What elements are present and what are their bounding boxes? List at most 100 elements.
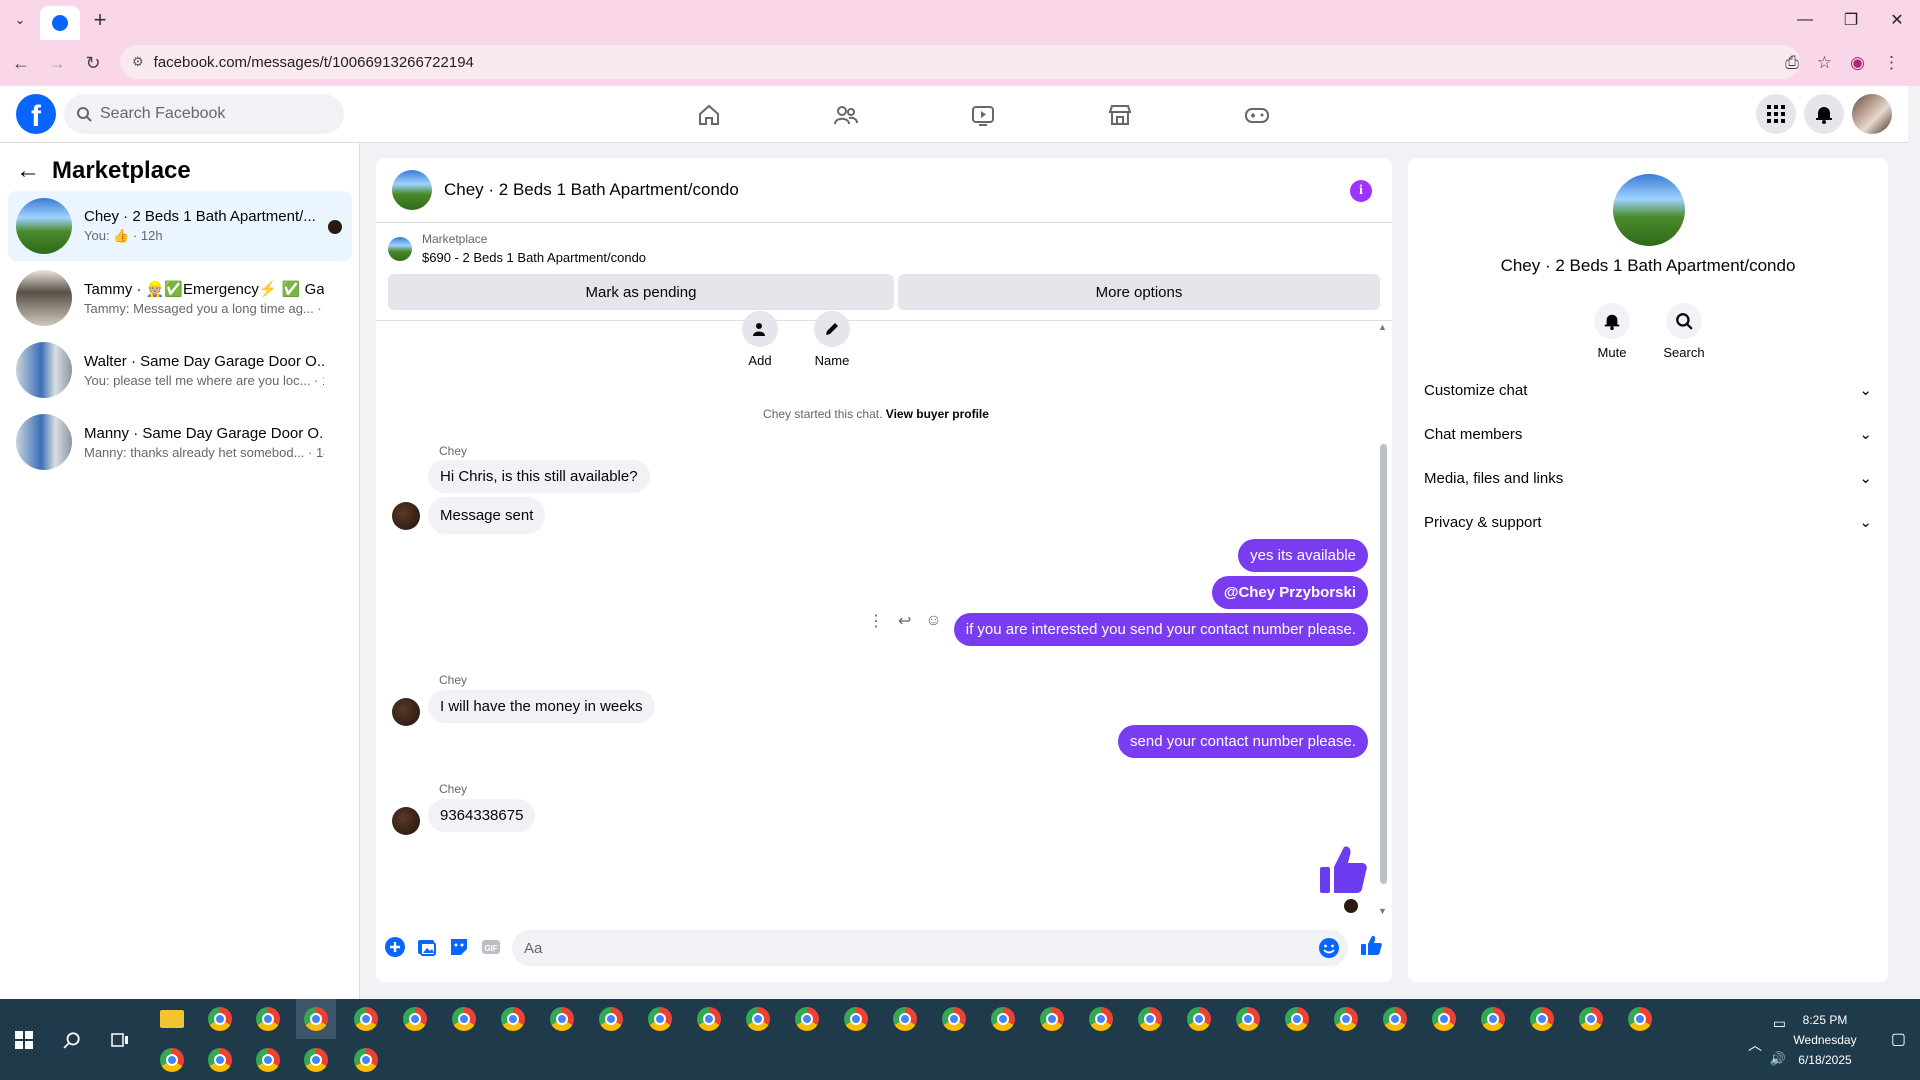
- site-info-icon[interactable]: ⚙: [132, 54, 144, 70]
- notifications-center-icon[interactable]: ▢: [1891, 1029, 1906, 1049]
- more-vertical-icon[interactable]: ⋮: [868, 611, 884, 631]
- menu-grid-icon[interactable]: [1756, 94, 1796, 134]
- account-avatar[interactable]: [1852, 94, 1892, 134]
- view-buyer-profile-link[interactable]: View buyer profile: [886, 407, 989, 421]
- section-customize-chat[interactable]: Customize chat ⌄: [1424, 372, 1872, 408]
- gaming-icon[interactable]: [1188, 86, 1325, 143]
- home-icon[interactable]: [640, 86, 777, 143]
- conversation-item-tammy[interactable]: Tammy · 👷🏼✅Emergency⚡ ✅ Ga... Tammy: Mes…: [8, 263, 352, 333]
- back-arrow-icon[interactable]: ←: [6, 48, 36, 78]
- browser-tab-facebook[interactable]: [40, 6, 80, 40]
- minimize-icon[interactable]: —: [1782, 0, 1828, 40]
- message-bubble-outgoing[interactable]: send your contact number please.: [1118, 725, 1368, 758]
- chat-avatar[interactable]: [392, 170, 432, 210]
- contact-avatar[interactable]: [1613, 174, 1685, 246]
- chrome-taskbar-icon[interactable]: [395, 999, 435, 1039]
- message-bubble-outgoing[interactable]: if you are interested you send your cont…: [953, 613, 1368, 646]
- gif-icon[interactable]: GIF: [480, 936, 502, 958]
- chrome-taskbar-icon[interactable]: [934, 999, 974, 1039]
- chrome-taskbar-icon[interactable]: [591, 999, 631, 1039]
- conversation-item-manny[interactable]: Manny · Same Day Garage Door O... Manny:…: [8, 407, 352, 477]
- add-member-action[interactable]: Add: [720, 311, 800, 368]
- back-arrow-icon[interactable]: ←: [16, 157, 40, 185]
- chrome-taskbar-icon[interactable]: [640, 999, 680, 1039]
- more-options-button[interactable]: More options: [898, 274, 1380, 310]
- chrome-taskbar-icon[interactable]: [493, 999, 533, 1039]
- chrome-taskbar-icon[interactable]: [1032, 999, 1072, 1039]
- photo-icon[interactable]: [416, 936, 438, 958]
- scroll-thumb[interactable]: [1380, 444, 1387, 884]
- thumbs-up-send-icon[interactable]: [1360, 934, 1382, 956]
- chat-title[interactable]: Chey · 2 Beds 1 Bath Apartment/condo: [444, 180, 739, 200]
- chrome-taskbar-icon[interactable]: [1571, 999, 1611, 1039]
- chrome-taskbar-icon[interactable]: [542, 999, 582, 1039]
- chrome-taskbar-icon[interactable]: [152, 1040, 192, 1080]
- chrome-taskbar-icon[interactable]: [689, 999, 729, 1039]
- info-icon[interactable]: i: [1350, 180, 1372, 202]
- page-scrollbar[interactable]: [1908, 86, 1920, 999]
- facebook-search-box[interactable]: Search Facebook: [64, 94, 344, 134]
- message-bubble[interactable]: I will have the money in weeks: [428, 690, 655, 723]
- chrome-taskbar-icon[interactable]: [1326, 999, 1366, 1039]
- chrome-taskbar-icon[interactable]: [248, 1040, 288, 1080]
- chrome-taskbar-icon[interactable]: [1424, 999, 1464, 1039]
- chrome-taskbar-icon[interactable]: [444, 999, 484, 1039]
- address-bar[interactable]: ⚙ facebook.com/messages/t/10066913266722…: [120, 45, 1800, 79]
- chrome-taskbar-icon[interactable]: [738, 999, 778, 1039]
- thread-scrollbar[interactable]: ▲ ▼: [1378, 322, 1388, 916]
- chrome-taskbar-icon[interactable]: [1179, 999, 1219, 1039]
- bookmark-star-icon[interactable]: ☆: [1817, 53, 1832, 73]
- chrome-taskbar-icon[interactable]: [1130, 999, 1170, 1039]
- chrome-taskbar-icon[interactable]: [836, 999, 876, 1039]
- chrome-taskbar-icon[interactable]: [1473, 999, 1513, 1039]
- taskbar-clock[interactable]: 8:25 PM Wednesday 6/18/2025: [1770, 1010, 1880, 1070]
- chrome-taskbar-icon[interactable]: [1375, 999, 1415, 1039]
- profile-icon[interactable]: ◉: [1850, 53, 1865, 73]
- emoji-icon[interactable]: [1318, 937, 1340, 959]
- chrome-taskbar-icon[interactable]: [296, 999, 336, 1039]
- notifications-bell-icon[interactable]: [1804, 94, 1844, 134]
- sticker-icon[interactable]: [448, 936, 470, 958]
- message-bubble[interactable]: Message sent: [428, 497, 546, 534]
- network-icon[interactable]: ▭: [1773, 1015, 1786, 1032]
- forward-arrow-icon[interactable]: →: [42, 48, 72, 78]
- browser-menu-icon[interactable]: ⋮: [1883, 53, 1900, 73]
- new-tab-button[interactable]: +: [80, 0, 120, 40]
- file-explorer-icon[interactable]: [152, 999, 192, 1039]
- reload-icon[interactable]: ↻: [78, 48, 108, 78]
- message-input[interactable]: Aa: [512, 930, 1348, 966]
- section-media-files-links[interactable]: Media, files and links ⌄: [1424, 460, 1872, 496]
- conversation-item-walter[interactable]: Walter · Same Day Garage Door O... You: …: [8, 335, 352, 405]
- edit-name-action[interactable]: Name: [792, 311, 872, 368]
- section-chat-members[interactable]: Chat members ⌄: [1424, 416, 1872, 452]
- section-privacy-support[interactable]: Privacy & support ⌄: [1424, 504, 1872, 540]
- search-action[interactable]: Search: [1649, 303, 1719, 360]
- chrome-taskbar-icon[interactable]: [1228, 999, 1268, 1039]
- chrome-taskbar-icon[interactable]: [787, 999, 827, 1039]
- conversation-item-chey[interactable]: Chey · 2 Beds 1 Bath Apartment/... You: …: [8, 191, 352, 261]
- volume-icon[interactable]: 🔊: [1770, 1051, 1786, 1067]
- plus-circle-icon[interactable]: [384, 936, 406, 958]
- tab-list-button[interactable]: ⌄: [0, 0, 40, 40]
- chrome-taskbar-icon[interactable]: [983, 999, 1023, 1039]
- scroll-down-icon[interactable]: ▼: [1378, 906, 1387, 916]
- mark-as-pending-button[interactable]: Mark as pending: [388, 274, 894, 310]
- restore-icon[interactable]: ❐: [1828, 0, 1874, 40]
- chrome-taskbar-icon[interactable]: [1522, 999, 1562, 1039]
- video-icon[interactable]: [914, 86, 1051, 143]
- mute-action[interactable]: Mute: [1577, 303, 1647, 360]
- chrome-taskbar-icon[interactable]: [1620, 999, 1660, 1039]
- chrome-taskbar-icon[interactable]: [346, 999, 386, 1039]
- react-emoji-icon[interactable]: ☺: [925, 612, 941, 630]
- task-view-icon[interactable]: [96, 999, 144, 1080]
- facebook-logo-icon[interactable]: f: [16, 94, 56, 134]
- chrome-taskbar-icon[interactable]: [346, 1040, 386, 1080]
- message-bubble[interactable]: Hi Chris, is this still available?: [428, 460, 650, 493]
- marketplace-icon[interactable]: [1051, 86, 1188, 143]
- chrome-taskbar-icon[interactable]: [885, 999, 925, 1039]
- scroll-up-icon[interactable]: ▲: [1378, 322, 1387, 332]
- show-hidden-icons[interactable]: ︿: [1748, 1035, 1762, 1055]
- chrome-taskbar-icon[interactable]: [296, 1040, 336, 1080]
- chrome-taskbar-icon[interactable]: [200, 999, 240, 1039]
- friends-icon[interactable]: [777, 86, 914, 143]
